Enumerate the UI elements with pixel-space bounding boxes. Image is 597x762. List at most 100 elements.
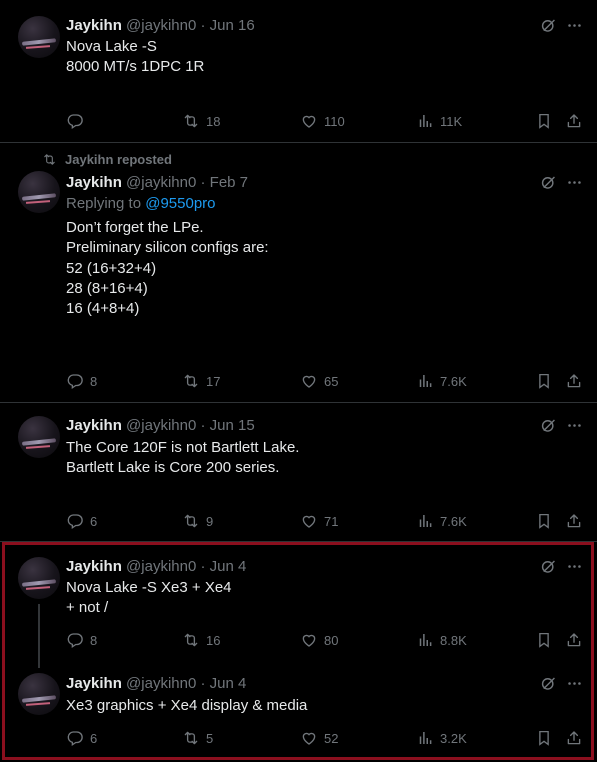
tweet-text: Nova Lake -S Xe3 + Xe4 + not / <box>66 578 232 619</box>
author-name[interactable]: Jaykihn <box>66 174 122 191</box>
reply-icon <box>66 372 84 390</box>
tweet-1[interactable]: Jaykihn @jaykihn0 · Jun 16 Nova Lake -S … <box>0 0 597 142</box>
like-icon <box>300 631 318 649</box>
like-button[interactable]: 52 <box>300 728 338 748</box>
repost-button[interactable]: 17 <box>182 371 220 391</box>
repost-icon <box>182 631 200 649</box>
bookmark-button[interactable] <box>535 111 553 131</box>
author-name[interactable]: Jaykihn <box>66 17 122 34</box>
view-count: 7.6K <box>440 373 467 389</box>
share-icon <box>565 631 583 649</box>
tweet-2[interactable]: Jaykihn reposted Jaykihn @jaykihn0 · Feb… <box>0 143 597 402</box>
repost-count: 17 <box>206 373 221 389</box>
text-line: Nova Lake -S Xe3 + Xe4 <box>66 579 232 596</box>
text-line: Xe3 graphics + Xe4 display & media <box>66 697 308 714</box>
author-handle[interactable]: @jaykihn0 <box>126 174 196 191</box>
tweet-actions: 18 110 11K <box>66 111 586 131</box>
tweet-header: Jaykihn @jaykihn0 · Jun 16 <box>66 17 255 34</box>
separator-dot: · <box>200 17 206 34</box>
more-icon[interactable] <box>566 173 583 197</box>
separator-dot: · <box>200 417 206 434</box>
avatar[interactable] <box>18 16 60 58</box>
tweet-date[interactable]: Jun 4 <box>210 675 247 692</box>
author-handle[interactable]: @jaykihn0 <box>126 675 196 692</box>
grok-icon[interactable] <box>539 674 558 698</box>
replying-label: Replying to <box>66 195 142 212</box>
like-button[interactable]: 80 <box>300 630 338 650</box>
text-line: Don’t forget the LPe. <box>66 219 204 236</box>
reply-button[interactable]: 6 <box>66 728 97 748</box>
tweet-4[interactable]: Jaykihn @jaykihn0 · Jun 4 Nova Lake -S X… <box>0 542 597 668</box>
repost-count: 5 <box>206 730 214 746</box>
more-icon[interactable] <box>566 557 583 581</box>
tweet-text: Don’t forget the LPe. Preliminary silico… <box>66 218 269 319</box>
like-button[interactable]: 71 <box>300 511 338 531</box>
repost-button[interactable]: 18 <box>182 111 220 131</box>
like-count: 110 <box>324 113 345 129</box>
like-button[interactable]: 110 <box>300 111 345 131</box>
repost-indicator: Jaykihn reposted <box>42 152 172 167</box>
author-name[interactable]: Jaykihn <box>66 558 122 575</box>
repost-button[interactable]: 16 <box>182 630 220 650</box>
views-icon <box>416 112 434 130</box>
views-button[interactable]: 8.8K <box>416 630 467 650</box>
views-button[interactable]: 3.2K <box>416 728 467 748</box>
author-name[interactable]: Jaykihn <box>66 675 122 692</box>
like-icon <box>300 512 318 530</box>
mention-link[interactable]: @9550pro <box>145 195 215 212</box>
avatar[interactable] <box>18 171 60 213</box>
reply-count: 6 <box>90 513 98 529</box>
share-button[interactable] <box>565 630 583 650</box>
tweet-date[interactable]: Feb 7 <box>210 174 248 191</box>
author-handle[interactable]: @jaykihn0 <box>126 558 196 575</box>
avatar[interactable] <box>18 557 60 599</box>
more-icon[interactable] <box>566 416 583 440</box>
grok-icon[interactable] <box>539 416 558 440</box>
like-count: 71 <box>324 513 339 529</box>
reply-button[interactable]: 8 <box>66 630 97 650</box>
share-button[interactable] <box>565 111 583 131</box>
author-name[interactable]: Jaykihn <box>66 417 122 434</box>
grok-icon[interactable] <box>539 16 558 40</box>
more-icon[interactable] <box>566 16 583 40</box>
repost-count: 9 <box>206 513 214 529</box>
repost-label[interactable]: Jaykihn reposted <box>65 152 172 167</box>
grok-icon[interactable] <box>539 557 558 581</box>
tweet-5[interactable]: Jaykihn @jaykihn0 · Jun 4 Xe3 graphics +… <box>0 660 597 760</box>
reply-button[interactable] <box>66 111 90 131</box>
reply-button[interactable]: 8 <box>66 371 97 391</box>
views-button[interactable]: 11K <box>416 111 462 131</box>
bookmark-button[interactable] <box>535 371 553 391</box>
share-button[interactable] <box>565 728 583 748</box>
like-button[interactable]: 65 <box>300 371 338 391</box>
tweet-header: Jaykihn @jaykihn0 · Feb 7 <box>66 174 248 191</box>
repost-icon <box>182 729 200 747</box>
repost-button[interactable]: 9 <box>182 511 213 531</box>
tweet-text: Nova Lake -S 8000 MT/s 1DPC 1R <box>66 37 204 78</box>
repost-button[interactable]: 5 <box>182 728 213 748</box>
author-handle[interactable]: @jaykihn0 <box>126 17 196 34</box>
more-icon[interactable] <box>566 674 583 698</box>
views-button[interactable]: 7.6K <box>416 371 467 391</box>
author-handle[interactable]: @jaykihn0 <box>126 417 196 434</box>
tweet-date[interactable]: Jun 15 <box>210 417 255 434</box>
tweet-3[interactable]: Jaykihn @jaykihn0 · Jun 15 The Core 120F… <box>0 403 597 541</box>
share-button[interactable] <box>565 511 583 531</box>
thread-connector <box>38 604 40 668</box>
avatar[interactable] <box>18 416 60 458</box>
reply-button[interactable]: 6 <box>66 511 97 531</box>
tweet-date[interactable]: Jun 16 <box>210 17 255 34</box>
share-button[interactable] <box>565 371 583 391</box>
grok-icon[interactable] <box>539 173 558 197</box>
bookmark-button[interactable] <box>535 728 553 748</box>
avatar[interactable] <box>18 673 60 715</box>
views-button[interactable]: 7.6K <box>416 511 467 531</box>
tweet-date[interactable]: Jun 4 <box>210 558 247 575</box>
text-line: 52 (16+32+4) <box>66 259 157 277</box>
bookmark-button[interactable] <box>535 630 553 650</box>
text-line: Preliminary silicon configs are: <box>66 239 269 257</box>
bookmark-button[interactable] <box>535 511 553 531</box>
repost-count: 16 <box>206 632 221 648</box>
bookmark-icon <box>535 372 553 390</box>
text-line: Nova Lake -S <box>66 38 157 55</box>
